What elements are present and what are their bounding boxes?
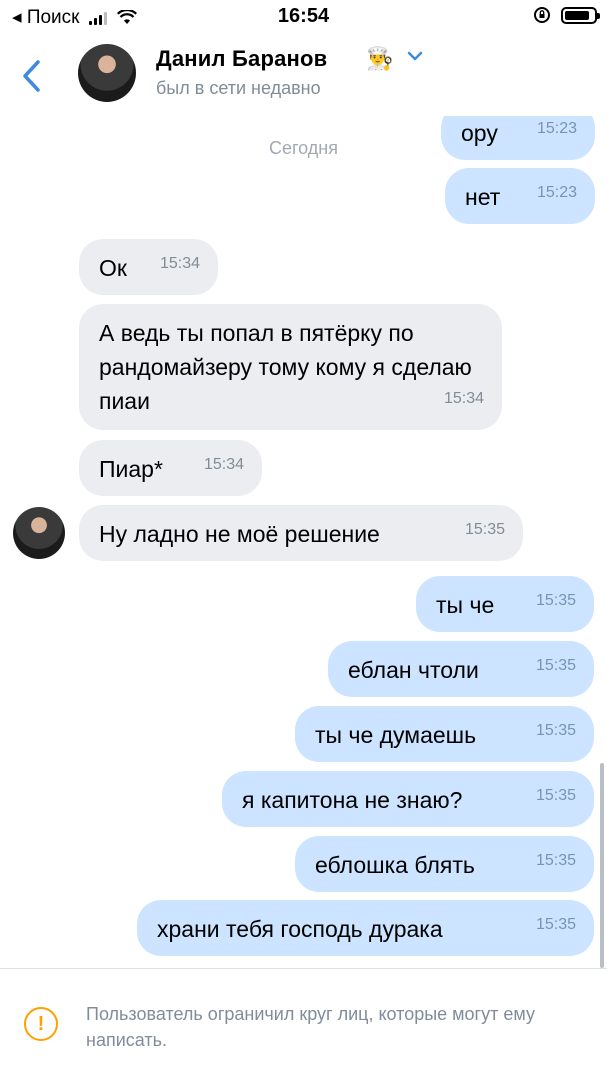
message-bubble-in[interactable]: Пиар* 15:34 [79,440,262,496]
message-text: еблошка блять [315,852,475,878]
message-bubble-out[interactable]: ты че думаешь 15:35 [295,706,594,762]
battery-icon [561,6,600,24]
message-time: 15:35 [535,787,576,804]
message-bubble-in[interactable]: Ну ладно не моё решение 15:35 [79,505,523,561]
message-bubble-out[interactable]: еблошка блять 15:35 [295,836,594,892]
message-bubble-out[interactable]: еблан чтоли 15:35 [328,641,594,697]
message-bubble-out[interactable]: храни тебя господь дурака 15:35 [137,900,594,956]
message-bubble-in[interactable]: Ок 15:34 [79,239,218,295]
message-text: Ну ладно не моё решение [99,521,380,547]
message-text: я капитона не знаю? [242,787,463,813]
contact-avatar-small[interactable] [13,507,65,559]
message-time: 15:23 [536,120,577,137]
status-bar: ◂ Поиск 16:54 [0,0,607,34]
message-time: 15:35 [535,657,576,674]
message-text: еблан чтоли [348,657,479,683]
message-time: 15:35 [464,521,505,538]
message-time: 15:35 [535,722,576,739]
message-text: Пиар* [99,456,163,482]
message-bubble-out[interactable]: я капитона не знаю? 15:35 [222,771,594,827]
message-text: ты че думаешь [315,722,477,748]
last-seen-status: был в сети недавно [156,78,321,98]
restriction-notice: ! Пользователь ограничил круг лиц, котор… [0,968,607,1081]
message-bubble-out[interactable]: ору 15:23 [441,116,595,160]
message-bubble-in[interactable]: А ведь ты попал в пятёрку по рандомайзер… [79,304,502,430]
message-text: ору [461,120,498,146]
message-bubble-out[interactable]: ты че 15:35 [416,576,594,632]
message-text: А ведь ты попал в пятёрку по рандомайзер… [99,320,472,414]
message-text: Ок [99,255,127,281]
message-time: 15:34 [203,456,244,473]
message-time: 15:23 [536,184,577,201]
warning-icon: ! [24,1007,58,1041]
clock: 16:54 [277,5,330,27]
message-time: 15:35 [535,852,576,869]
message-text: храни тебя господь дурака [157,916,443,942]
message-text: нет [465,184,501,210]
message-time: 15:34 [443,390,484,407]
message-time: 15:35 [535,916,576,933]
orientation-lock-icon [534,7,550,23]
contact-name[interactable]: Данил Баранов [156,46,327,72]
message-bubble-out[interactable]: нет 15:23 [445,168,595,224]
message-list[interactable]: Сегодня ору 15:23 нет 15:23 Ок 15:34 А в… [0,116,607,968]
scrollbar[interactable] [600,763,604,968]
chevron-down-icon[interactable] [406,50,424,62]
contact-avatar[interactable] [78,44,136,102]
message-text: ты че [436,592,495,618]
message-time: 15:35 [535,592,576,609]
chef-emoji-icon: 👨‍🍳 [366,46,394,71]
restriction-message: Пользователь ограничил круг лиц, которые… [86,1004,535,1050]
message-time: 15:34 [159,255,200,272]
back-arrow-icon[interactable] [16,56,46,96]
chat-header: Данил Баранов 👨‍🍳 был в сети недавно [0,34,607,116]
